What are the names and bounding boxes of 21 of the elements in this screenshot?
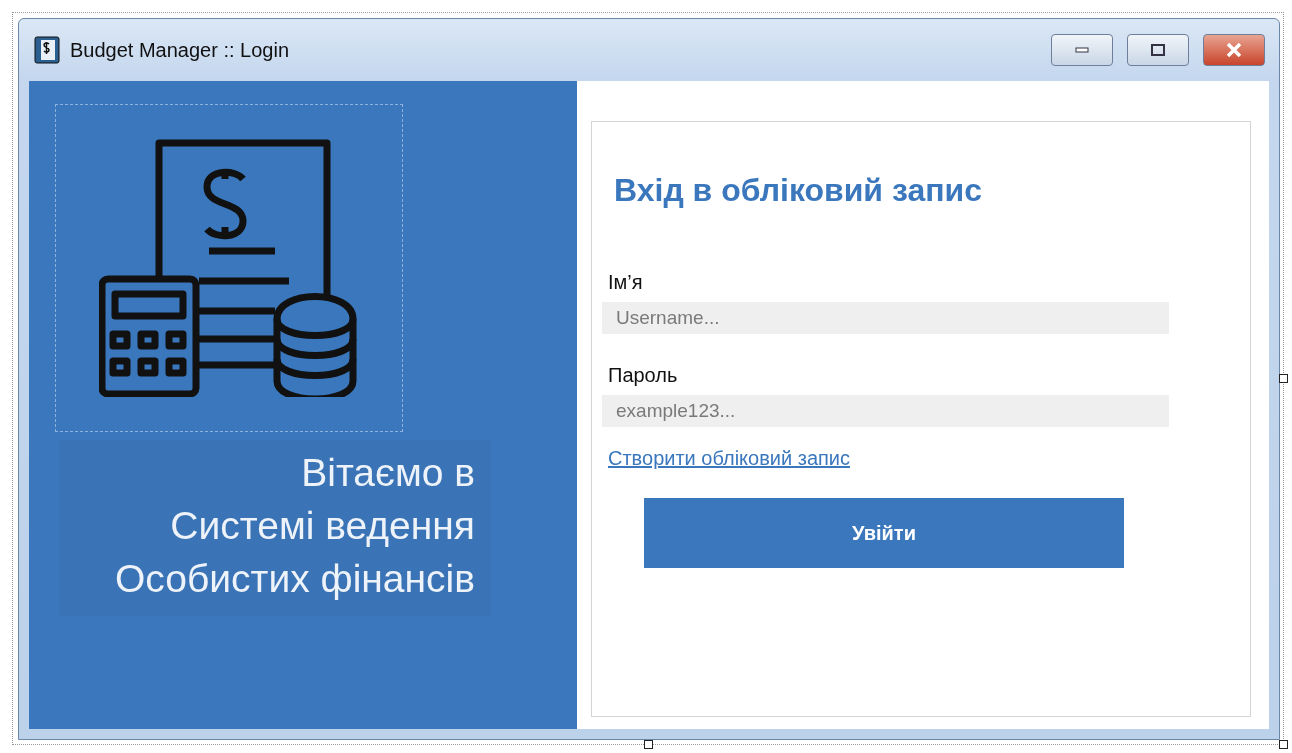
welcome-text: Особистих фінансів [115,555,475,602]
close-button[interactable] [1203,34,1265,66]
login-button[interactable]: Увійти [644,498,1124,568]
window-title: Budget Manager :: Login [70,38,291,62]
field-label: Пароль [608,364,679,387]
register-link[interactable]: Створити обліковий запис [608,447,851,470]
maximize-button[interactable] [1127,34,1189,66]
maximize-icon [1150,43,1166,57]
minimize-icon [1074,46,1090,54]
input-field[interactable]: Username... [602,302,1169,334]
login-heading: Вхід в обліковий запис [614,172,983,209]
field-label: Ім’я [608,271,644,294]
welcome-text: Системі ведення [170,502,475,549]
resize-handle[interactable] [644,740,653,749]
input-field[interactable]: example123... [602,395,1169,427]
resize-handle[interactable] [1279,740,1288,749]
close-icon [1225,42,1243,58]
welcome-text: Вітаємо в [301,450,475,496]
app-icon [34,36,60,64]
minimize-button[interactable] [1051,34,1113,66]
resize-handle[interactable] [1279,374,1288,383]
